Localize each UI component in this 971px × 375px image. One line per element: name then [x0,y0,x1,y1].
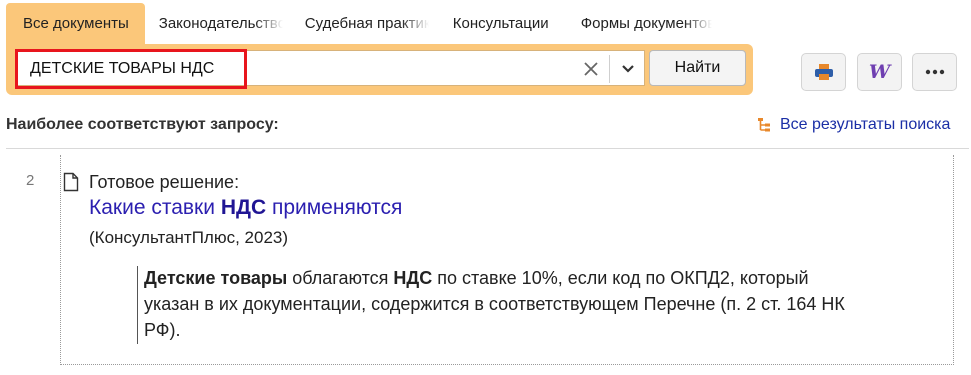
close-icon[interactable] [577,55,605,83]
result-kind: Готовое решение: [89,172,240,192]
tab-all-documents[interactable]: Все документы [6,3,145,45]
search-panel: ДЕТСКИЕ ТОВАРЫ НДС Найти [6,44,753,95]
more-button[interactable] [912,53,957,91]
tab-court-practice[interactable]: Судебная практика [283,3,429,45]
result-title-part[interactable]: применяются [266,196,402,219]
print-button[interactable] [801,53,846,91]
results-heading: Наиболее соответствуют запросу: [6,116,279,133]
tab-consultations[interactable]: Консультации [429,3,557,45]
search-input[interactable]: ДЕТСКИЕ ТОВАРЫ НДС [15,49,645,89]
search-divider [609,55,610,83]
result-number: 2 [26,172,35,189]
result-title-part[interactable]: Какие ставки [89,196,221,219]
tab-legislation[interactable]: Законодательство [145,3,283,45]
all-results-label[interactable]: Все результаты поиска [780,116,950,134]
document-tabs: Все документы Законодательство Судебная … [6,3,712,45]
heading-divider [6,148,969,149]
snippet-keyword: НДС [393,268,433,288]
result-source: (КонсультантПлюс, 2023) [89,228,289,247]
snippet-text: облагаются [287,268,394,288]
find-button[interactable]: Найти [649,50,746,86]
result-title-keyword[interactable]: НДС [221,196,266,219]
all-results-link[interactable]: Все результаты поиска [756,113,950,137]
snippet-quote-bar [137,266,138,344]
snippet-keyword: Детские товары [144,268,288,288]
more-dots-icon [925,69,944,75]
chevron-down-icon[interactable] [614,55,642,83]
word-export-button[interactable]: W [857,53,902,91]
search-query-text[interactable]: ДЕТСКИЕ ТОВАРЫ НДС [30,51,214,87]
document-icon [63,172,79,192]
tree-list-icon [758,118,770,132]
tab-document-forms[interactable]: Формы документов [557,3,712,45]
result-title-link[interactable]: Какие ставки НДС применяются [89,196,402,220]
result-snippet: Детские товары облагаются НДС по ставке … [144,265,864,343]
printer-icon [814,64,833,80]
word-export-icon: W [868,61,891,83]
